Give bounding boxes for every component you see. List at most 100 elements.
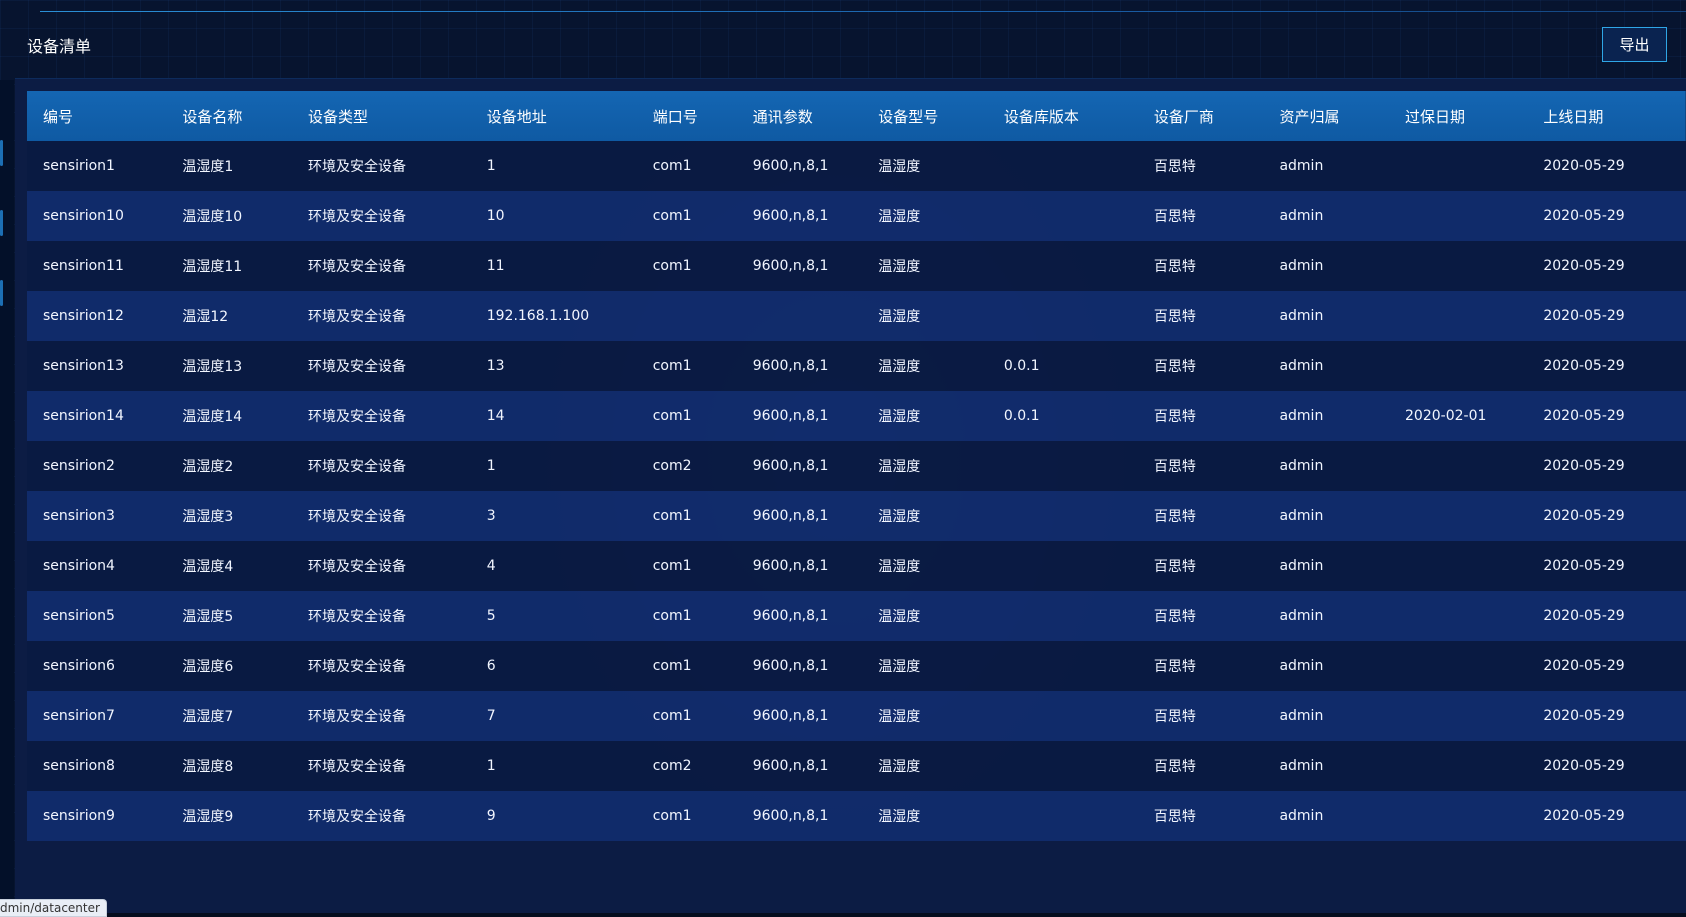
table-row[interactable]: sensirion1 温湿度1 环境及安全设备 1 com1 9600,n,8,1 温湿度 百… — [27, 141, 1686, 191]
table-cell: 百思特 — [1153, 809, 1196, 825]
table-cell: 温湿度 — [878, 459, 921, 475]
table-cell: 环境及安全设备 — [307, 709, 406, 725]
table-cell: 环境及安全设备 — [307, 309, 406, 325]
table-cell: 温湿度2 — [182, 459, 234, 475]
table-row[interactable]: sensirion10 温湿度10 环境及安全设备 10 com1 9600,n,8,1 温… — [27, 191, 1686, 241]
column-header[interactable]: 通讯参数 — [737, 91, 863, 141]
table-cell: com2 — [652, 458, 692, 474]
table-cell: 环境及安全设备 — [307, 259, 406, 275]
table-cell — [1389, 691, 1527, 741]
table-cell: admin — [1279, 308, 1324, 324]
table-cell: 2020-05-29 — [1543, 608, 1625, 624]
column-header[interactable]: 设备地址 — [471, 91, 637, 141]
table-cell: admin — [1279, 458, 1324, 474]
table-cell: 温湿度7 — [182, 709, 234, 725]
table-cell: 2020-05-29 — [1543, 308, 1625, 324]
table-cell: 环境及安全设备 — [307, 809, 406, 825]
table-row[interactable]: sensirion7 温湿度7 环境及安全设备 7 com1 9600,n,8,1 温湿度 百… — [27, 691, 1686, 741]
table-cell: 9600,n,8,1 — [752, 658, 829, 674]
table-row[interactable]: sensirion14 温湿度14 环境及安全设备 14 com1 9600,n,8,1 温… — [27, 391, 1686, 441]
left-rail — [0, 80, 14, 912]
table-cell: 温湿度 — [878, 359, 921, 375]
table-cell: sensirion13 — [43, 358, 124, 374]
table-row[interactable]: sensirion4 温湿度4 环境及安全设备 4 com1 9600,n,8,1 温湿度 百… — [27, 541, 1686, 591]
table-row[interactable]: sensirion6 温湿度6 环境及安全设备 6 com1 9600,n,8,1 温湿度 百… — [27, 641, 1686, 691]
table-cell — [988, 291, 1138, 341]
app-frame: 设备清单 导出 编号 设备名称 设备类型 设备地址 端口号 通讯参数 设备型号 … — [0, 0, 1686, 917]
table-cell: admin — [1279, 558, 1324, 574]
table-cell: 百思特 — [1153, 559, 1196, 575]
table-cell: 6 — [486, 658, 496, 674]
table-cell: 百思特 — [1153, 259, 1196, 275]
table-cell: 9600,n,8,1 — [752, 558, 829, 574]
table-cell: 2020-05-29 — [1543, 758, 1625, 774]
table-row[interactable]: sensirion8 温湿度8 环境及安全设备 1 com2 9600,n,8,1 温湿度 百… — [27, 741, 1686, 791]
table-cell: 温湿度 — [878, 809, 921, 825]
table-cell: 温湿度 — [878, 309, 921, 325]
table-cell: 温湿度6 — [182, 659, 234, 675]
table-cell: admin — [1279, 258, 1324, 274]
export-button[interactable]: 导出 — [1602, 27, 1667, 62]
table-cell: 百思特 — [1153, 459, 1196, 475]
table-row[interactable]: sensirion5 温湿度5 环境及安全设备 5 com1 9600,n,8,1 温湿度 百… — [27, 591, 1686, 641]
table-cell: sensirion6 — [43, 658, 115, 674]
table-cell: 百思特 — [1153, 209, 1196, 225]
table-cell: 14 — [486, 408, 505, 424]
table-cell: com1 — [652, 208, 692, 224]
table-cell: 温湿度 — [878, 209, 921, 225]
table-row[interactable]: sensirion3 温湿度3 环境及安全设备 3 com1 9600,n,8,1 温湿度 百… — [27, 491, 1686, 541]
column-header[interactable]: 设备库版本 — [988, 91, 1138, 141]
table-row[interactable]: sensirion2 温湿度2 环境及安全设备 1 com2 9600,n,8,1 温湿度 百… — [27, 441, 1686, 491]
column-header[interactable]: 过保日期 — [1389, 91, 1527, 141]
table-cell — [1389, 741, 1527, 791]
column-header[interactable]: 端口号 — [637, 91, 737, 141]
header-divider — [40, 11, 1686, 12]
column-header[interactable]: 上线日期 — [1527, 91, 1686, 141]
table-cell: 4 — [486, 558, 496, 574]
table-cell: 13 — [486, 358, 505, 374]
table-cell: 温湿度 — [878, 559, 921, 575]
table-cell: admin — [1279, 758, 1324, 774]
table-cell: 温湿度 — [878, 709, 921, 725]
table-cell: 2020-05-29 — [1543, 208, 1625, 224]
table-cell — [1389, 791, 1527, 841]
table-cell: 百思特 — [1153, 309, 1196, 325]
table-cell — [988, 791, 1138, 841]
table-cell: 百思特 — [1153, 359, 1196, 375]
table-cell: com1 — [652, 408, 692, 424]
table-cell: 2020-02-01 — [1405, 408, 1487, 424]
column-header[interactable]: 设备名称 — [166, 91, 292, 141]
table-cell: 2020-05-29 — [1543, 558, 1625, 574]
table-cell: 2020-05-29 — [1543, 408, 1625, 424]
table-row[interactable]: sensirion11 温湿度11 环境及安全设备 11 com1 9600,n,8,1 温… — [27, 241, 1686, 291]
table-cell — [1389, 291, 1527, 341]
table-cell: sensirion3 — [43, 508, 115, 524]
column-header[interactable]: 设备型号 — [862, 91, 988, 141]
column-header[interactable]: 设备厂商 — [1138, 91, 1264, 141]
table-cell: 1 — [486, 158, 496, 174]
table-cell: com1 — [652, 508, 692, 524]
table-cell: 百思特 — [1153, 409, 1196, 425]
table-row[interactable]: sensirion9 温湿度9 环境及安全设备 9 com1 9600,n,8,1 温湿度 百… — [27, 791, 1686, 841]
table-cell: 2020-05-29 — [1543, 808, 1625, 824]
table-cell: 温湿度1 — [182, 159, 234, 175]
table-cell: 环境及安全设备 — [307, 209, 406, 225]
table-row[interactable]: sensirion13 温湿度13 环境及安全设备 13 com1 9600,n,8,1 温… — [27, 341, 1686, 391]
table-cell: 2020-05-29 — [1543, 508, 1625, 524]
table-cell: 环境及安全设备 — [307, 609, 406, 625]
table-cell: sensirion2 — [43, 458, 115, 474]
table-cell — [1389, 491, 1527, 541]
table-cell: admin — [1279, 358, 1324, 374]
table-row[interactable]: sensirion12 温湿12 环境及安全设备 192.168.1.100 温湿度 百思… — [27, 291, 1686, 341]
column-header[interactable]: 设备类型 — [292, 91, 471, 141]
table-cell: 2020-05-29 — [1543, 658, 1625, 674]
table-cell: com1 — [652, 808, 692, 824]
table-cell — [988, 541, 1138, 591]
table-cell — [1389, 341, 1527, 391]
column-header[interactable]: 编号 — [27, 91, 166, 141]
column-header[interactable]: 资产归属 — [1263, 91, 1389, 141]
table-cell: com1 — [652, 658, 692, 674]
table-cell: 温湿度10 — [182, 209, 243, 225]
table-cell: 环境及安全设备 — [307, 409, 406, 425]
table-cell: com1 — [652, 158, 692, 174]
